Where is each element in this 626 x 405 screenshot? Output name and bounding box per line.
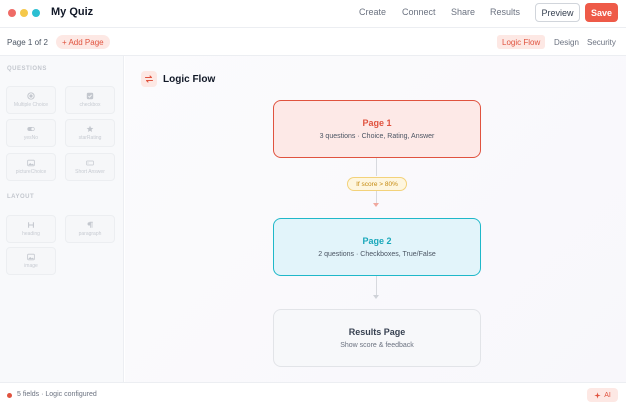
app-title: My Quiz: [51, 6, 94, 18]
toggle-icon: [27, 127, 35, 131]
tile-label: starRating: [78, 135, 102, 141]
tile-paragraph[interactable]: paragraph: [65, 215, 115, 243]
ai-button-label: AI: [604, 391, 611, 399]
tile-label: Multiple Choice: [13, 102, 49, 108]
image-icon: [27, 253, 35, 261]
nav-share[interactable]: Share: [451, 7, 475, 17]
connector-line: [376, 158, 377, 176]
status-text: 5 fields · Logic configured: [17, 391, 97, 398]
status-bar: 5 fields · Logic configured AI: [0, 382, 626, 405]
nav-results[interactable]: Results: [490, 7, 520, 17]
tile-label: Short Answer: [75, 169, 105, 175]
tab-design[interactable]: Design: [554, 38, 579, 47]
star-icon: [86, 125, 94, 133]
window-close-dot[interactable]: [8, 9, 16, 17]
save-button[interactable]: Save: [585, 3, 618, 22]
sidebar: QUESTIONS Multiple Choice checkbox yesNo…: [0, 56, 124, 382]
tile-multiple-choice[interactable]: Multiple Choice: [6, 86, 56, 114]
page-2-title: Page 2: [362, 236, 392, 246]
tile-label: checkbox: [79, 102, 101, 108]
page-1-title: Page 1: [362, 118, 392, 128]
arrow-down-icon: [373, 203, 379, 207]
results-page-subtitle: Show score & feedback: [340, 342, 414, 349]
title-bar: My Quiz Create Connect Share Results Pre…: [0, 0, 626, 28]
tab-logic-flow[interactable]: Logic Flow: [497, 35, 546, 49]
page-1-node[interactable]: Page 1 3 questions · Choice, Rating, Ans…: [273, 100, 481, 158]
heading-icon: [28, 222, 34, 228]
nav-create[interactable]: Create: [359, 7, 386, 17]
tile-picture-choice[interactable]: pictureChoice: [6, 153, 56, 181]
tile-star-rating[interactable]: starRating: [65, 119, 115, 147]
page-1-subtitle: 3 questions · Choice, Rating, Answer: [319, 133, 435, 140]
tab-security[interactable]: Security: [587, 38, 616, 47]
page-2-subtitle: 2 questions · Checkboxes, True/False: [318, 251, 436, 258]
tile-heading[interactable]: heading: [6, 215, 56, 243]
page-2-node[interactable]: Page 2 2 questions · Checkboxes, True/Fa…: [273, 218, 481, 276]
results-page-title: Results Page: [348, 327, 406, 337]
tile-label: yesNo: [23, 135, 39, 141]
image-icon: [27, 159, 35, 167]
paragraph-icon: [87, 221, 93, 228]
sparkle-icon: [594, 391, 601, 399]
radio-icon: [27, 92, 35, 100]
tile-image[interactable]: image: [6, 247, 56, 275]
page-indicator: Page 1 of 2: [7, 38, 48, 47]
logic-flow-title: Logic Flow: [163, 74, 216, 85]
window-minimize-dot[interactable]: [20, 9, 28, 17]
tile-label: paragraph: [78, 231, 102, 237]
tile-label: image: [24, 263, 38, 269]
layout-section-title: LAYOUT: [7, 194, 35, 200]
connector-line: [376, 276, 377, 296]
checkbox-icon: [86, 92, 94, 100]
arrow-down-icon: [373, 295, 379, 299]
page-toolbar: Page 1 of 2 + Add Page Logic Flow Design…: [0, 28, 626, 56]
status-indicator: [7, 393, 12, 398]
nav-connect[interactable]: Connect: [402, 7, 436, 17]
tile-short-answer[interactable]: Short Answer: [65, 153, 115, 181]
tile-label: heading: [22, 231, 40, 237]
condition-badge[interactable]: If score > 80%: [347, 177, 407, 191]
tile-yes-no[interactable]: yesNo: [6, 119, 56, 147]
window-maximize-dot[interactable]: [32, 9, 40, 17]
tile-checkbox[interactable]: checkbox: [65, 86, 115, 114]
preview-button[interactable]: Preview: [535, 3, 580, 22]
tile-label: pictureChoice: [15, 169, 47, 175]
ai-button[interactable]: AI: [587, 388, 618, 402]
add-page-button[interactable]: + Add Page: [56, 35, 110, 49]
questions-section-title: QUESTIONS: [7, 66, 47, 72]
text-field-icon: [86, 160, 94, 166]
results-page-node[interactable]: Results Page Show score & feedback: [273, 309, 481, 367]
logic-flow-icon: [141, 71, 157, 87]
